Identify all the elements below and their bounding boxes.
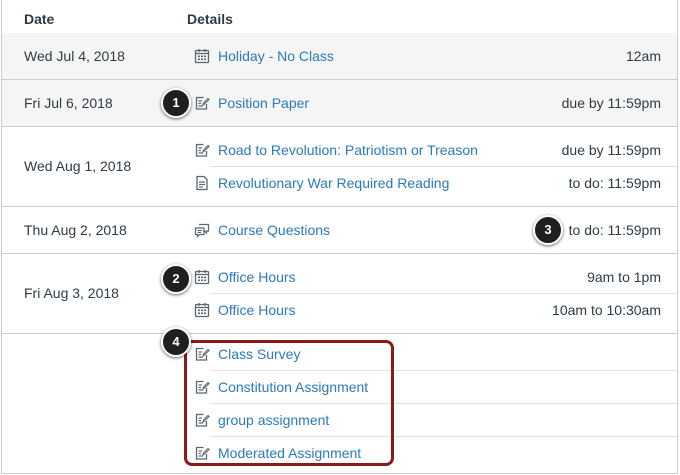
callout-badge-1: 1 (161, 88, 191, 118)
date-column-header: Date (24, 11, 55, 27)
item-link[interactable]: Office Hours (218, 302, 296, 318)
calendar-icon (194, 48, 210, 64)
item-link[interactable]: Revolutionary War Required Reading (218, 175, 449, 191)
table-header: Date Details (2, 0, 677, 34)
item-due: 12am (625, 48, 661, 64)
item-link[interactable]: Holiday - No Class (218, 48, 334, 64)
list-item[interactable]: Office Hours 10am to 10:30am (192, 294, 661, 326)
item-link[interactable]: Office Hours (218, 269, 296, 285)
callout-badge-2: 2 (161, 264, 191, 294)
calendar-icon (194, 269, 210, 285)
assignment-icon (194, 142, 210, 158)
item-due: due by 11:59pm (561, 142, 661, 158)
undated-items-highlight (184, 340, 394, 466)
item-due: due by 11:59pm (561, 95, 661, 111)
list-item[interactable]: Office Hours 9am to 1pm (192, 261, 661, 293)
details-column-header: Details (187, 11, 233, 27)
list-item[interactable]: Position Paper due by 11:59pm (192, 87, 661, 119)
item-due: to do: 11:59pm (568, 175, 661, 191)
item-link[interactable]: Course Questions (218, 222, 330, 238)
list-item[interactable]: Holiday - No Class 12am (192, 40, 661, 72)
callout-badge-4: 4 (161, 327, 191, 357)
row-date: Thu Aug 2, 2018 (24, 222, 127, 238)
assignment-icon (194, 95, 210, 111)
item-link[interactable]: Position Paper (218, 95, 309, 111)
table-row: Fri Jul 6, 2018 Position Paper due by 11… (2, 80, 677, 127)
list-item[interactable]: Road to Revolution: Patriotism or Treaso… (192, 134, 661, 166)
discussion-icon (194, 222, 210, 238)
page-icon (194, 175, 210, 191)
item-due: 9am to 1pm (587, 269, 661, 285)
calendar-icon (194, 302, 210, 318)
list-item[interactable]: Course Questions to do: 11:59pm (192, 214, 661, 246)
table-row: Thu Aug 2, 2018 Course Questions to do: … (2, 207, 677, 254)
table-row: Fri Aug 3, 2018 Office Hours 9am to 1pm … (2, 254, 677, 334)
row-date: Fri Jul 6, 2018 (24, 95, 113, 111)
table-row: Wed Aug 1, 2018 Road to Revolution: Patr… (2, 127, 677, 207)
row-date: Wed Jul 4, 2018 (24, 48, 125, 64)
table-row: Wed Jul 4, 2018 Holiday - No Class 12am (2, 33, 677, 80)
row-date: Wed Aug 1, 2018 (24, 158, 132, 174)
callout-badge-3: 3 (533, 215, 563, 245)
item-due: 10am to 10:30am (552, 302, 661, 318)
item-due: to do: 11:59pm (568, 222, 661, 238)
list-item[interactable]: Revolutionary War Required Reading to do… (192, 167, 661, 199)
row-date: Fri Aug 3, 2018 (24, 285, 119, 301)
item-link[interactable]: Road to Revolution: Patriotism or Treaso… (218, 142, 478, 158)
